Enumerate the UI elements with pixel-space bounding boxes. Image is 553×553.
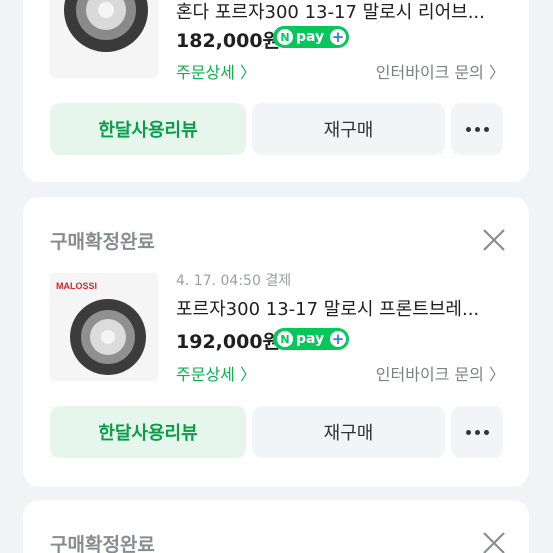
rebuy-button[interactable]: 재구매 [252, 406, 445, 458]
product-title[interactable]: 포르자300 13-17 말로시 프론트브레... [176, 295, 506, 321]
rebuy-button[interactable]: 재구매 [252, 103, 445, 155]
order-detail-link[interactable]: 주문상세 〉 [176, 59, 256, 83]
order-card: 구매확정완료 [23, 500, 529, 553]
brake-disc-image: MALOSSI [50, 273, 158, 381]
order-card: 혼다 포르자300 13-17 말로시 리어브... 182,000원 N pa… [23, 0, 529, 182]
more-options-button[interactable] [451, 103, 503, 155]
more-dots-icon [465, 429, 489, 435]
order-card: 구매확정완료 MALOSSI 4. 17. 04:50 결제 포르자300 13… [23, 197, 529, 487]
product-price: 192,000원 [176, 331, 281, 353]
npay-label: pay [296, 331, 325, 347]
order-status: 구매확정완료 [50, 534, 155, 553]
npay-badge[interactable]: N pay + [273, 328, 349, 350]
npay-plus-icon: + [330, 27, 346, 46]
npay-n-icon: N [277, 29, 293, 45]
product-thumbnail[interactable]: MALOSSI [50, 273, 158, 381]
brake-disc-image [50, 0, 158, 78]
seller-inquiry-link[interactable]: 인터바이크 문의 〉 [376, 59, 505, 83]
order-status: 구매확정완료 [50, 231, 155, 253]
more-dots-icon [465, 126, 489, 132]
npay-plus-icon: + [330, 329, 346, 348]
order-detail-link[interactable]: 주문상세 〉 [176, 361, 256, 385]
more-options-button[interactable] [451, 406, 503, 458]
payment-date: 4. 17. 04:50 결제 [176, 273, 292, 289]
seller-inquiry-link[interactable]: 인터바이크 문의 〉 [376, 361, 505, 385]
npay-badge[interactable]: N pay + [273, 26, 349, 48]
product-price: 182,000원 [176, 30, 281, 52]
npay-n-icon: N [277, 331, 293, 347]
product-title[interactable]: 혼다 포르자300 13-17 말로시 리어브... [176, 0, 506, 24]
product-thumbnail[interactable] [50, 0, 158, 78]
review-button[interactable]: 한달사용리뷰 [50, 103, 246, 155]
close-icon[interactable] [481, 530, 507, 553]
npay-label: pay [296, 29, 325, 45]
close-icon[interactable] [481, 227, 507, 253]
review-button[interactable]: 한달사용리뷰 [50, 406, 246, 458]
brand-logo: MALOSSI [56, 281, 97, 291]
